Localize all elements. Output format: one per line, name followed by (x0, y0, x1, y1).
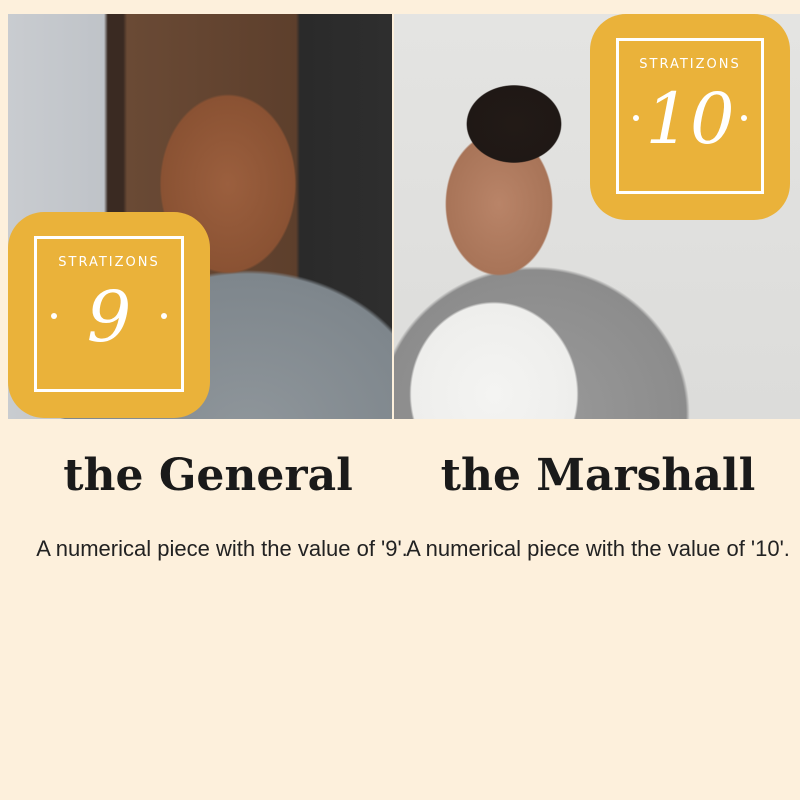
marshall-title: the Marshall (440, 450, 756, 501)
badge-frame: STRATIZONS 9 (34, 236, 184, 392)
badge-number: 9 (86, 276, 132, 358)
general-description: A numerical piece with the value of '9'. (36, 536, 408, 561)
badge-dot-right (161, 313, 167, 319)
marshall-description: A numerical piece with the value of '10'… (406, 536, 790, 561)
badge-dot-right (741, 115, 747, 121)
stratizons-badge-9: STRATIZONS 9 (8, 212, 210, 418)
stratizons-badge-10: STRATIZONS 10 (590, 14, 790, 220)
badge-brand: STRATIZONS (58, 255, 160, 270)
badge-number: 10 (645, 78, 735, 160)
badge-frame: STRATIZONS 10 (616, 38, 764, 194)
badge-brand: STRATIZONS (639, 57, 741, 72)
general-title: the General (63, 450, 353, 501)
